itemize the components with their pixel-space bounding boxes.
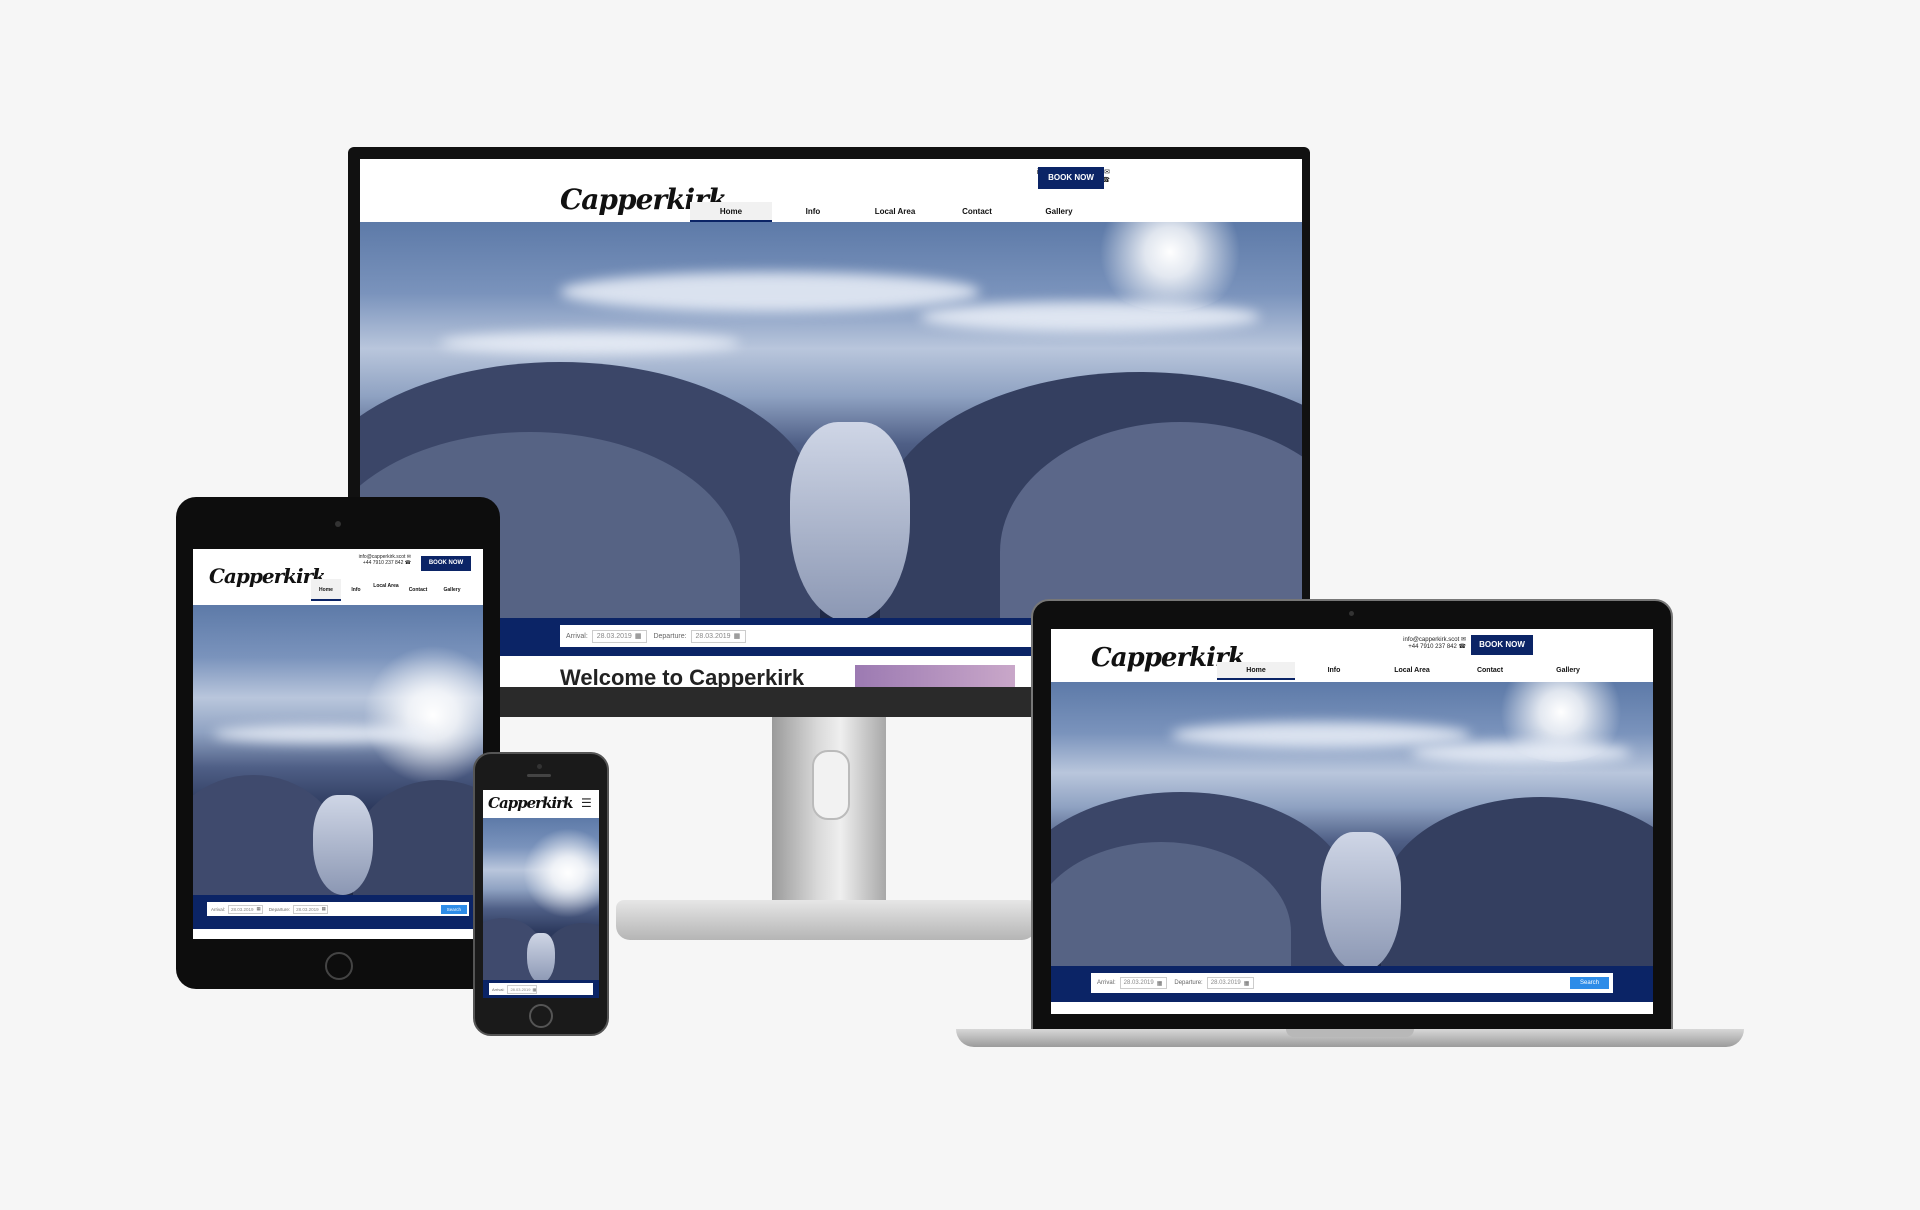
booking-form: Arrival: 28.03.2019 ▦ Departure: 28.03.2… — [207, 902, 469, 916]
phone-speaker — [527, 774, 551, 777]
laptop-camera — [1349, 611, 1354, 616]
envelope-icon: ✉ — [1104, 169, 1110, 176]
departure-label: Departure: — [268, 906, 291, 912]
hero-image — [483, 818, 599, 980]
book-now-button[interactable]: BOOK NOW — [421, 556, 471, 571]
phone-camera — [537, 764, 542, 769]
main-nav: Home Info Local Area Contact Gallery — [1217, 662, 1607, 680]
search-button[interactable]: Search — [1569, 977, 1609, 989]
book-now-button[interactable]: BOOK NOW — [1471, 635, 1533, 655]
arrival-label: Arrival: — [492, 986, 505, 992]
nav-contact[interactable]: Contact — [1451, 662, 1529, 680]
phone-icon: ☎ — [404, 559, 411, 566]
laptop-notch — [1286, 1029, 1414, 1037]
laptop-screen: Capperkirk info@capperkirk.scot ✉ +44 79… — [1051, 629, 1653, 1014]
phone-number: +44 7910 237 842 — [362, 559, 404, 566]
tablet-device: Capperkirk info@capperkirk.scot ✉ +44 79… — [176, 497, 500, 989]
departure-label: Departure: — [653, 632, 687, 640]
arrival-label: Arrival: — [566, 632, 588, 640]
booking-form: Arrival: 28.03.2019 ▦ Departure: 28.03.2… — [560, 625, 1080, 647]
contact-info: info@capperkirk.scot ✉ +44 7910 237 842 … — [313, 554, 411, 567]
nav-contact[interactable]: Contact — [401, 579, 435, 601]
hero-image — [360, 222, 1302, 618]
nav-gallery[interactable]: Gallery — [435, 579, 469, 601]
calendar-icon[interactable]: ▦ — [322, 906, 326, 912]
arrival-label: Arrival: — [211, 906, 226, 912]
calendar-icon[interactable]: ▦ — [734, 632, 741, 640]
calendar-icon[interactable]: ▦ — [532, 987, 536, 992]
calendar-icon[interactable]: ▦ — [1244, 980, 1250, 987]
welcome-heading: Welcome to Capperkirk — [560, 665, 805, 687]
book-now-button[interactable]: BOOK NOW — [1038, 167, 1104, 189]
phone-home-button[interactable] — [529, 1004, 553, 1028]
envelope-icon: ✉ — [1460, 637, 1466, 643]
hamburger-menu-icon[interactable]: ☰ — [581, 797, 592, 809]
calendar-icon[interactable]: ▦ — [1157, 980, 1163, 987]
phone-number: +44 7910 237 842 — [1408, 643, 1457, 650]
calendar-icon[interactable]: ▦ — [635, 632, 642, 640]
email-link[interactable]: info@capperkirk.scot — [1403, 637, 1459, 643]
nav-info[interactable]: Info — [1295, 662, 1373, 680]
nav-local-area[interactable]: Local Area — [1373, 662, 1451, 680]
nav-gallery[interactable]: Gallery — [1529, 662, 1607, 680]
tablet-home-button[interactable] — [325, 952, 353, 980]
main-nav: Home Info Local Area Contact Gallery — [690, 202, 1100, 222]
monitor-base — [616, 900, 1036, 940]
phone-icon: ☎ — [1458, 643, 1466, 650]
laptop-device: Capperkirk info@capperkirk.scot ✉ +44 79… — [1031, 599, 1673, 1033]
nav-gallery[interactable]: Gallery — [1018, 202, 1100, 222]
nav-info[interactable]: Info — [341, 579, 371, 601]
calendar-icon[interactable]: ▦ — [257, 906, 261, 912]
nav-home[interactable]: Home — [1217, 662, 1295, 680]
tablet-screen: Capperkirk info@capperkirk.scot ✉ +44 79… — [193, 549, 483, 939]
welcome-image — [855, 665, 1015, 687]
nav-contact[interactable]: Contact — [936, 202, 1018, 222]
stand-cable-hole — [812, 750, 850, 820]
phone-screen: Capperkirk ☰ Arrival: 28.03.2019 ▦ — [483, 790, 599, 998]
nav-home[interactable]: Home — [311, 579, 341, 601]
nav-info[interactable]: Info — [772, 202, 854, 222]
booking-form: Arrival: 28.03.2019 ▦ — [489, 983, 593, 995]
site-logo[interactable]: Capperkirk — [209, 564, 326, 588]
main-nav: Home Info Local Area Contact Gallery — [311, 579, 469, 601]
contact-info: info@capperkirk.scot ✉ +44 7910 237 842 … — [1336, 637, 1466, 651]
booking-bar: Arrival: 28.03.2019 ▦ — [483, 980, 599, 998]
booking-bar: Arrival: 28.03.2019 ▦ Departure: 28.03.2… — [1051, 966, 1653, 1002]
hero-image — [193, 605, 483, 895]
departure-label: Departure: — [1174, 980, 1203, 986]
nav-local-area[interactable]: Local Area — [371, 579, 401, 601]
booking-bar: Arrival: 28.03.2019 ▦ Departure: 28.03.2… — [193, 895, 483, 929]
phone-device: Capperkirk ☰ Arrival: 28.03.2019 ▦ — [473, 752, 609, 1036]
arrival-label: Arrival: — [1097, 980, 1116, 986]
search-button[interactable]: Search — [440, 904, 467, 914]
nav-home[interactable]: Home — [690, 202, 772, 222]
tablet-camera — [335, 521, 341, 527]
booking-form: Arrival: 28.03.2019 ▦ Departure: 28.03.2… — [1091, 973, 1613, 993]
hero-image — [1051, 682, 1653, 966]
site-logo[interactable]: Capperkirk — [488, 794, 573, 812]
nav-local-area[interactable]: Local Area — [854, 202, 936, 222]
